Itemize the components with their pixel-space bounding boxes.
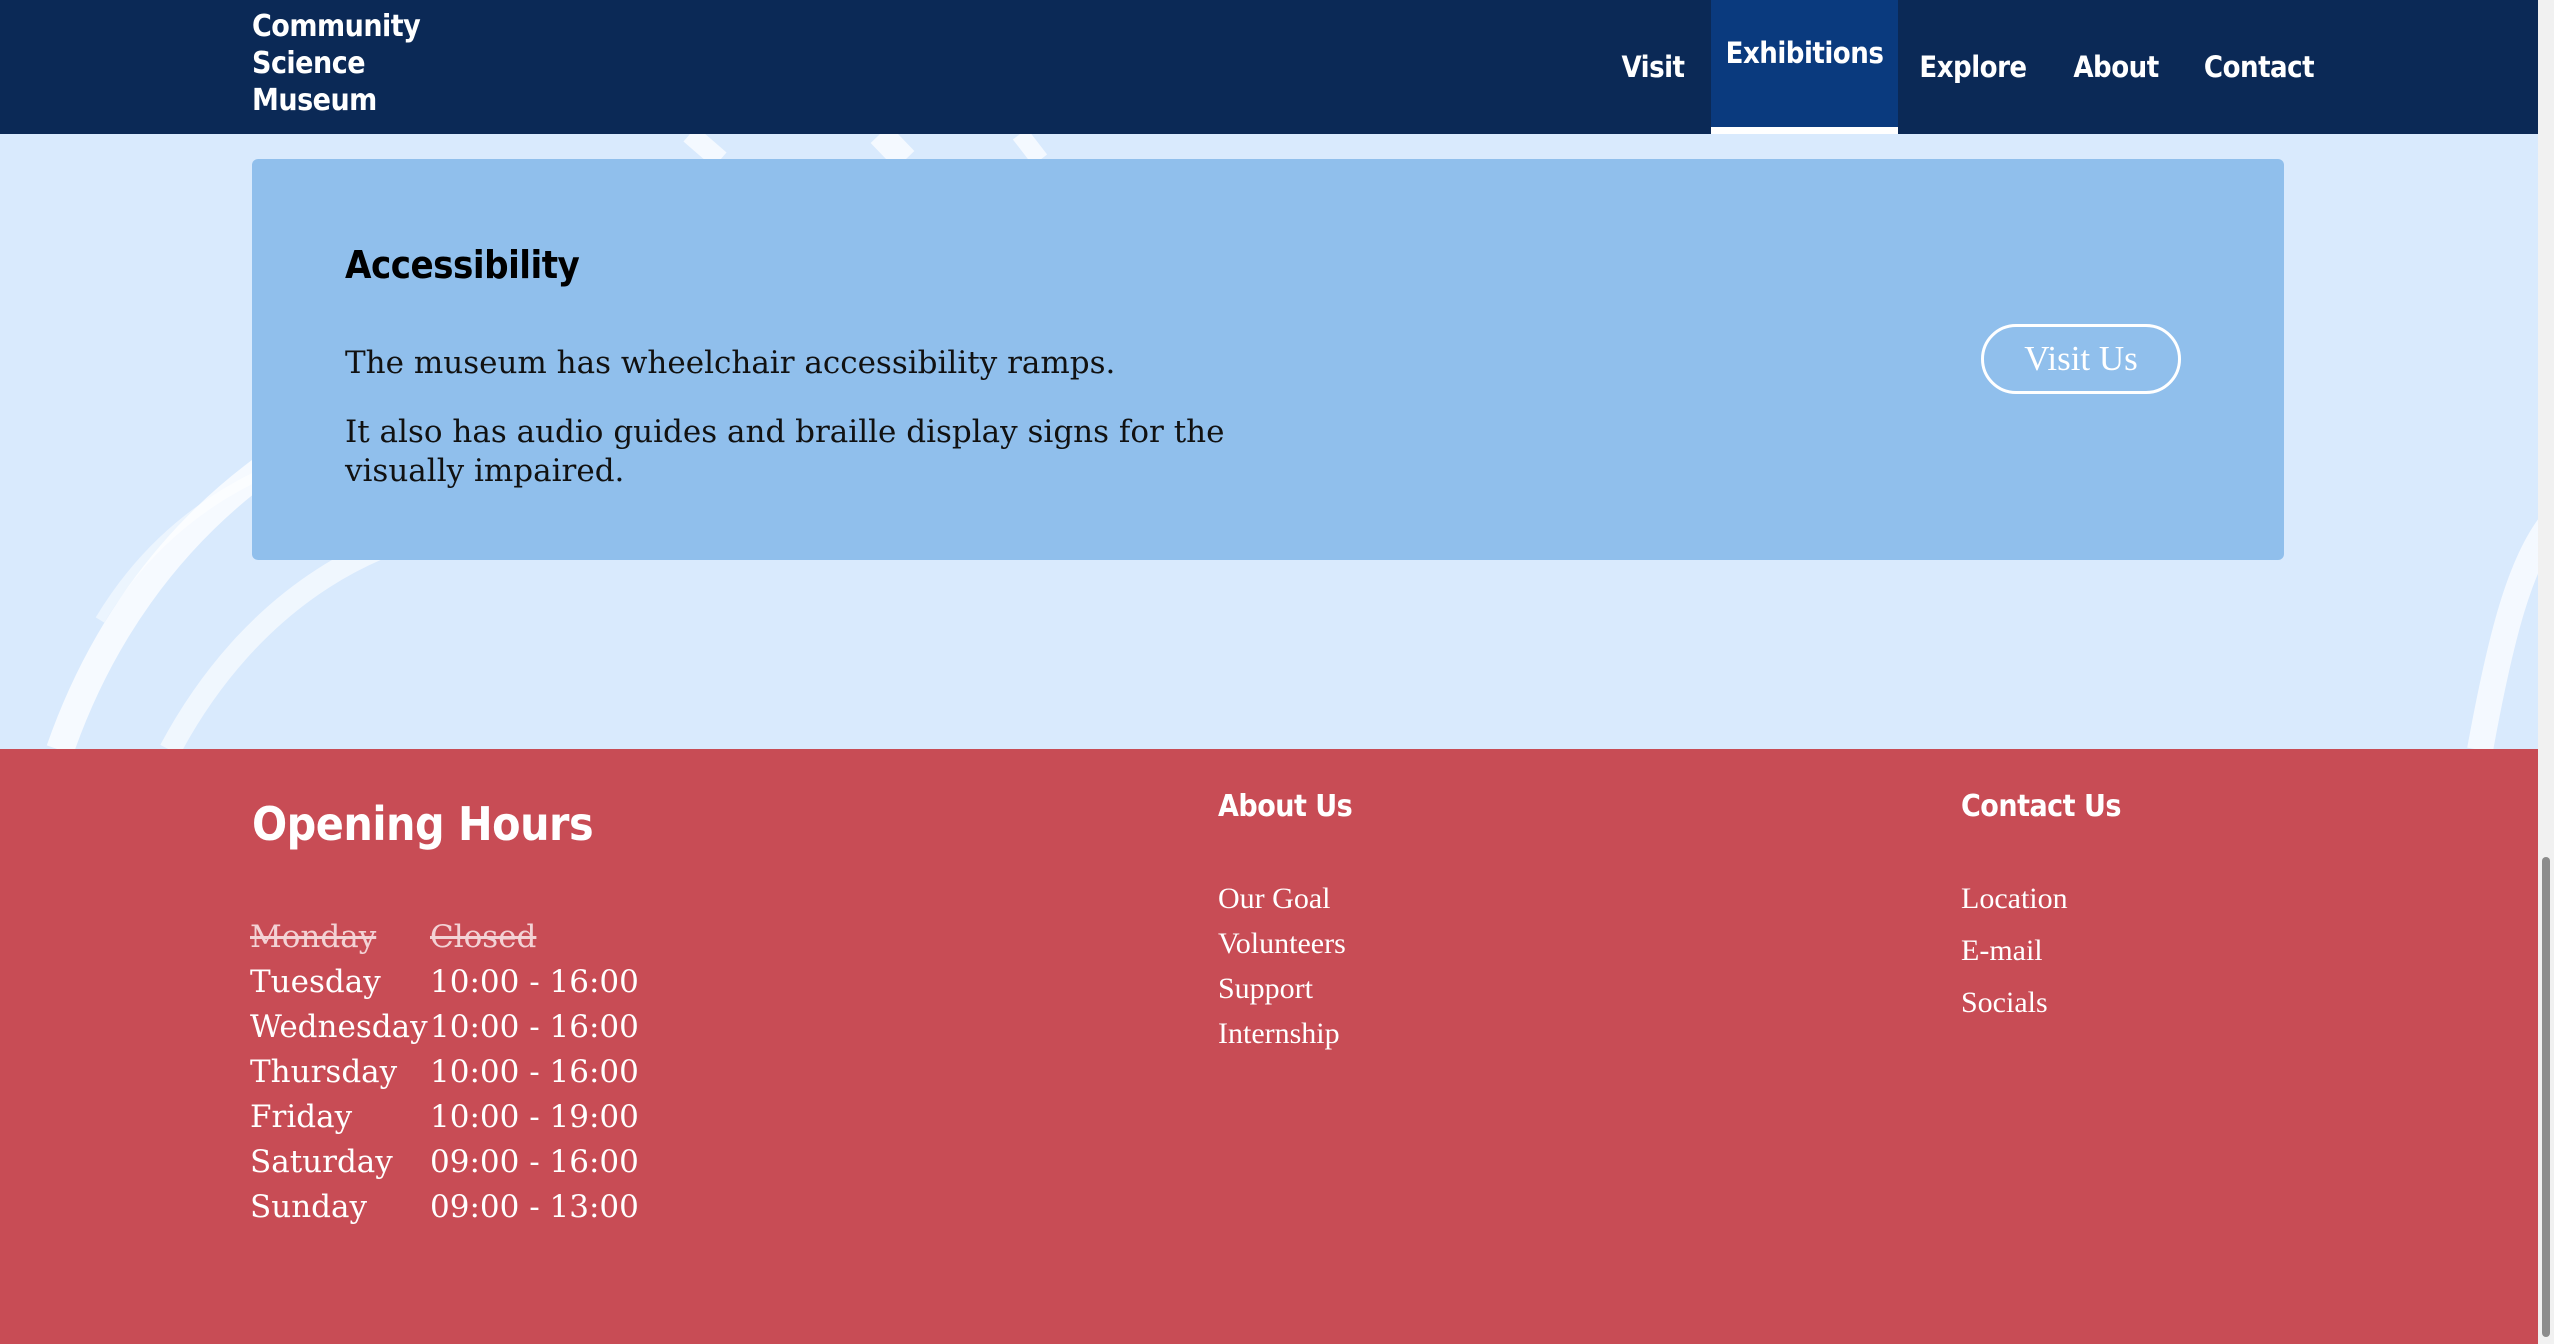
hours-day: Monday <box>250 918 377 955</box>
hours-day: Thursday <box>250 1053 398 1090</box>
link-email[interactable]: E-mail <box>1961 934 2043 968</box>
logo-line-3: Museum <box>252 83 377 118</box>
accessibility-card: Accessibility The museum has wheelchair … <box>252 159 2284 560</box>
hours-time: Closed <box>430 918 537 955</box>
accessibility-text-2: It also has audio guides and braille dis… <box>345 414 1225 489</box>
nav-contact[interactable]: Contact <box>2204 0 2315 134</box>
hours-time: 09:00 - 16:00 <box>430 1143 639 1180</box>
scrollbar-thumb[interactable] <box>2542 857 2550 1337</box>
hours-row-thursday: Thursday 10:00 - 16:00 <box>250 1049 639 1094</box>
page-scrollbar[interactable] <box>2538 0 2554 1344</box>
site-header: Community Science Museum Visit Exhibitio… <box>0 0 2538 134</box>
link-volunteers[interactable]: Volunteers <box>1218 927 1346 961</box>
hours-row-sunday: Sunday 09:00 - 13:00 <box>250 1184 639 1229</box>
accessibility-title: Accessibility <box>345 243 580 287</box>
link-socials[interactable]: Socials <box>1961 986 2048 1020</box>
opening-hours-table: Monday Closed Tuesday 10:00 - 16:00 Wedn… <box>250 914 639 1229</box>
accessibility-text-1: The museum has wheelchair accessibility … <box>345 345 1116 381</box>
hours-day: Wednesday <box>250 1008 428 1045</box>
hours-row-friday: Friday 10:00 - 19:00 <box>250 1094 639 1139</box>
hours-row-tuesday: Tuesday 10:00 - 16:00 <box>250 959 639 1004</box>
site-footer: Opening Hours Monday Closed Tuesday 10:0… <box>0 749 2538 1344</box>
logo-line-2: Science <box>252 46 366 81</box>
hours-row-saturday: Saturday 09:00 - 16:00 <box>250 1139 639 1184</box>
link-our-goal[interactable]: Our Goal <box>1218 882 1330 916</box>
contact-us-title: Contact Us <box>1961 789 2121 824</box>
nav-about[interactable]: About <box>2073 0 2159 134</box>
link-internship[interactable]: Internship <box>1218 1017 1340 1051</box>
hours-row-monday: Monday Closed <box>250 914 639 959</box>
hours-time: 10:00 - 16:00 <box>430 963 639 1000</box>
nav-explore[interactable]: Explore <box>1919 0 2027 134</box>
hours-day: Sunday <box>250 1188 368 1225</box>
hours-day: Saturday <box>250 1143 393 1180</box>
hours-time: 10:00 - 16:00 <box>430 1008 639 1045</box>
hours-day: Tuesday <box>250 963 381 1000</box>
hours-time: 10:00 - 19:00 <box>430 1098 639 1135</box>
link-location[interactable]: Location <box>1961 882 2068 916</box>
opening-hours-title: Opening Hours <box>252 797 594 851</box>
about-us-title: About Us <box>1218 789 1353 824</box>
visit-us-button[interactable]: Visit Us <box>1981 324 2181 394</box>
hours-day: Friday <box>250 1098 353 1135</box>
nav-exhibitions[interactable]: Exhibitions <box>1711 0 1898 134</box>
hours-row-wednesday: Wednesday 10:00 - 16:00 <box>250 1004 639 1049</box>
site-logo[interactable]: Community Science Museum <box>252 8 421 119</box>
logo-line-1: Community <box>252 9 421 44</box>
nav-visit[interactable]: Visit <box>1610 0 1696 134</box>
hours-time: 10:00 - 16:00 <box>430 1053 639 1090</box>
hours-time: 09:00 - 13:00 <box>430 1188 639 1225</box>
link-support[interactable]: Support <box>1218 972 1313 1006</box>
